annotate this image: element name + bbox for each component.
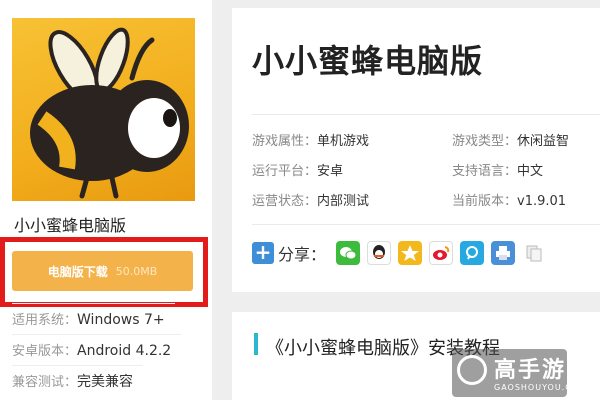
watermark-brand: 高手游 <box>494 358 567 383</box>
qq-icon[interactable] <box>367 241 392 265</box>
row-divider <box>12 365 144 366</box>
info-row-os: 适用系统：Windows 7+ <box>12 303 175 328</box>
attr-value: 单机游戏 <box>317 134 370 149</box>
download-label: 电脑版下载 <box>47 264 108 279</box>
weibo-icon[interactable] <box>429 241 454 265</box>
info-key: 适用系统： <box>12 313 78 328</box>
attr-platform: 运行平台：安卓 <box>252 160 343 179</box>
app-icon-bee[interactable] <box>12 18 195 201</box>
divider <box>252 224 600 225</box>
page-title: 小小蜜蜂电脑版 <box>252 42 484 80</box>
attr-version: 当前版本：v1.9.01 <box>452 190 566 209</box>
plus-icon[interactable]: + <box>252 242 274 264</box>
info-key: 安卓版本： <box>12 344 78 359</box>
watermark-domain: GAOSHOUYOU.COM <box>494 383 588 392</box>
share-bar: + 分享： <box>252 238 553 268</box>
attr-key: 支持语言： <box>452 164 518 179</box>
attr-key: 运行平台： <box>252 164 318 179</box>
attr-value: 安卓 <box>317 164 344 179</box>
pc-download-button[interactable]: 电脑版下载 50.0MB <box>12 251 193 291</box>
attr-key: 当前版本： <box>452 194 518 209</box>
divider <box>252 114 600 115</box>
info-value: Windows 7+ <box>77 312 165 328</box>
share-label: 分享： <box>278 245 327 264</box>
site-watermark: 高手游 GAOSHOUYOU.COM <box>452 349 586 397</box>
game-detail-card: 小小蜜蜂电脑版 游戏属性：单机游戏 游戏类型：休闲益智 运行平台：安卓 支持语言… <box>232 8 600 292</box>
info-key: 兼容测试： <box>12 375 78 390</box>
attr-value: 内部测试 <box>317 194 370 209</box>
print-icon[interactable] <box>491 241 516 265</box>
attr-key: 运营状态： <box>252 194 318 209</box>
attr-key: 游戏类型： <box>452 134 518 149</box>
attr-game-type: 游戏类型：休闲益智 <box>452 130 569 149</box>
attr-value: 休闲益智 <box>517 134 570 149</box>
attr-language: 支持语言：中文 <box>452 160 543 179</box>
attr-game-property: 游戏属性：单机游戏 <box>252 130 369 149</box>
attr-status: 运营状态：内部测试 <box>252 190 369 209</box>
row-divider <box>12 303 175 304</box>
accent-bar <box>254 333 258 355</box>
attr-value: 中文 <box>517 164 544 179</box>
bee-illustration <box>30 27 189 199</box>
info-value: Android 4.2.2 <box>77 343 172 359</box>
attr-key: 游戏属性： <box>252 134 318 149</box>
info-row-compat: 兼容测试：完美兼容 <box>12 365 144 391</box>
qzone-icon[interactable] <box>398 241 423 265</box>
app-name: 小小蜜蜂电脑版 <box>14 216 127 235</box>
brand-logo-icon <box>457 355 487 385</box>
download-size: 50.0MB <box>115 264 158 278</box>
row-divider <box>12 334 182 335</box>
info-row-android: 安卓版本：Android 4.2.2 <box>12 334 182 359</box>
tencent-weibo-icon[interactable] <box>460 241 485 265</box>
attr-value: v1.9.01 <box>517 194 567 209</box>
copy-icon[interactable] <box>522 241 547 265</box>
info-value: 完美兼容 <box>77 374 134 390</box>
app-sidebar-card: 小小蜜蜂电脑版 电脑版下载 50.0MB 适用系统：Windows 7+ 安卓版… <box>0 0 212 400</box>
wechat-icon[interactable] <box>336 241 361 265</box>
